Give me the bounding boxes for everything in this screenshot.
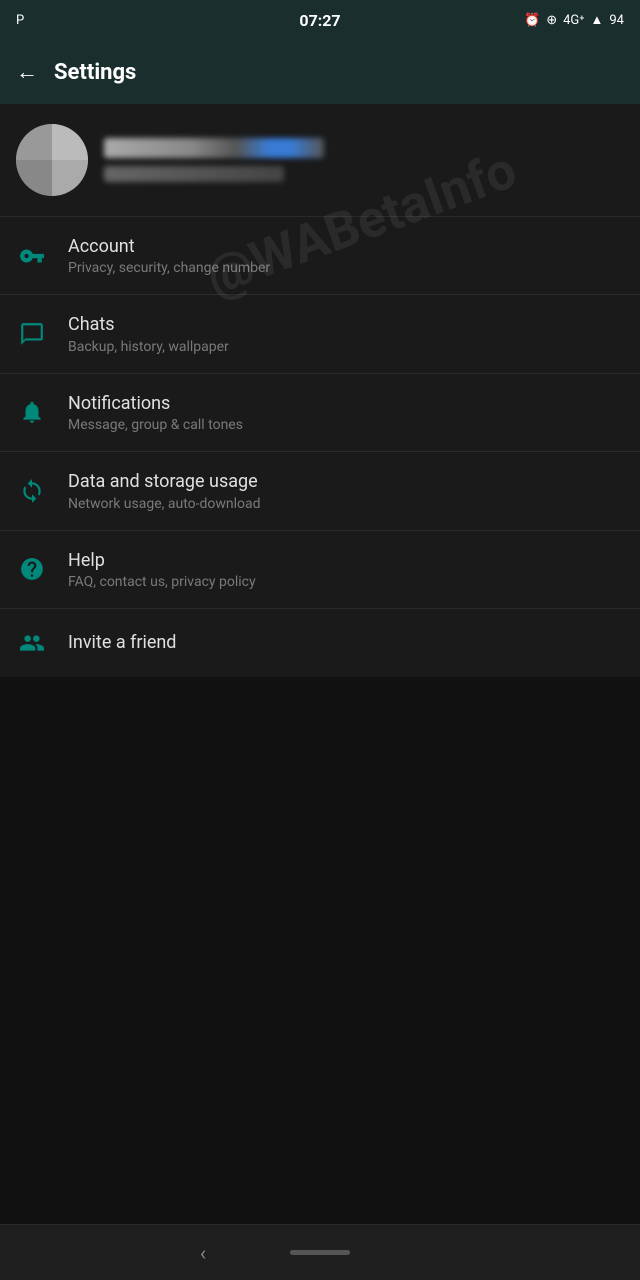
network-icon: 4G⁺ [563, 13, 584, 28]
notifications-subtitle: Message, group & call tones [68, 417, 624, 433]
nav-back-icon[interactable]: ‹ [200, 1241, 206, 1265]
chats-subtitle: Backup, history, wallpaper [68, 339, 624, 355]
bottom-nav: ‹ [0, 1224, 640, 1280]
data-subtitle: Network usage, auto-download [68, 496, 624, 512]
back-button[interactable]: ← [16, 59, 38, 85]
notifications-text: Notifications Message, group & call tone… [68, 392, 624, 433]
profile-status [104, 166, 284, 182]
account-subtitle: Privacy, security, change number [68, 260, 624, 276]
help-text: Help FAQ, contact us, privacy policy [68, 549, 624, 590]
toolbar: ← Settings [0, 40, 640, 104]
help-subtitle: FAQ, contact us, privacy policy [68, 574, 624, 590]
account-title: Account [68, 235, 624, 258]
battery-icon: 94 [609, 13, 624, 28]
menu-item-help[interactable]: Help FAQ, contact us, privacy policy [0, 531, 640, 608]
menu-item-data[interactable]: Data and storage usage Network usage, au… [0, 452, 640, 529]
menu-item-invite[interactable]: Invite a friend [0, 609, 640, 677]
key-icon [16, 240, 48, 272]
help-title: Help [68, 549, 624, 572]
menu-item-account[interactable]: Account Privacy, security, change number [0, 217, 640, 294]
invite-title: Invite a friend [68, 631, 624, 654]
data-text: Data and storage usage Network usage, au… [68, 470, 624, 511]
menu-item-notifications[interactable]: Notifications Message, group & call tone… [0, 374, 640, 451]
avatar [16, 124, 88, 196]
chats-text: Chats Backup, history, wallpaper [68, 313, 624, 354]
chats-title: Chats [68, 313, 624, 336]
alarm-icon: ⏰ [524, 13, 540, 28]
profile-info [104, 138, 624, 182]
bell-icon [16, 396, 48, 428]
profile-name [104, 138, 324, 158]
status-bar: P 07:27 ⏰ ⊕ 4G⁺ ▲ 94 [0, 0, 640, 40]
status-icons: ⏰ ⊕ 4G⁺ ▲ 94 [524, 12, 624, 28]
signal-icon: ▲ [591, 12, 604, 28]
account-text: Account Privacy, security, change number [68, 235, 624, 276]
menu-item-chats[interactable]: Chats Backup, history, wallpaper [0, 295, 640, 372]
help-icon [16, 553, 48, 585]
data-title: Data and storage usage [68, 470, 624, 493]
profile-section[interactable] [0, 104, 640, 216]
invite-section: Invite a friend [0, 609, 640, 677]
carrier-icon: P [16, 13, 24, 28]
invite-icon [16, 627, 48, 659]
time-display: 07:27 [299, 11, 340, 30]
nav-indicator [290, 1250, 350, 1255]
menu-section: Account Privacy, security, change number… [0, 217, 640, 608]
data-icon [16, 475, 48, 507]
chat-icon [16, 318, 48, 350]
page-title: Settings [54, 60, 136, 85]
notifications-title: Notifications [68, 392, 624, 415]
wifi-icon: ⊕ [546, 13, 557, 28]
invite-text: Invite a friend [68, 631, 624, 654]
